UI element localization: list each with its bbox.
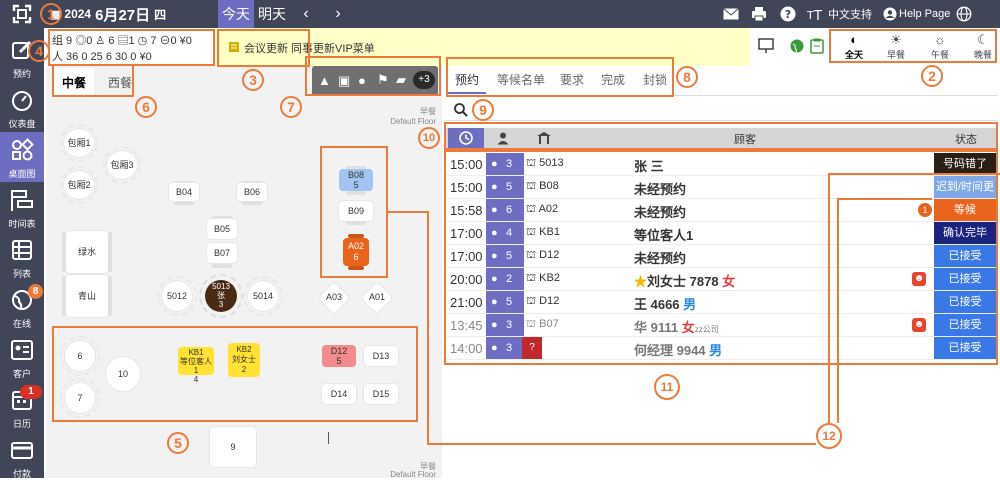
callout-8: 8	[676, 66, 698, 88]
language-button[interactable]: 中文支持	[828, 0, 872, 28]
callout-1: 1	[40, 3, 62, 25]
table-code: A03	[325, 292, 342, 302]
date-weekday: 四	[154, 7, 167, 22]
room-table[interactable]: 包厢2	[64, 171, 94, 199]
floor-name-label: Default Floor	[390, 117, 436, 126]
callout-box-floor-tables	[52, 326, 418, 422]
table-party: 3	[218, 300, 224, 309]
sidebar-item-label: 在线	[12, 319, 31, 329]
callout-6: 6	[135, 96, 157, 118]
web-booking-icon[interactable]	[790, 39, 804, 56]
callout-box-filter	[305, 56, 441, 96]
table-5012[interactable]: 5012	[162, 281, 192, 311]
table-9[interactable]: 9	[210, 427, 256, 467]
customer-icon	[11, 340, 33, 360]
search-icon	[454, 103, 468, 120]
table-lvshui[interactable]: 绿水	[66, 231, 108, 273]
clipboard-icon[interactable]	[810, 38, 824, 57]
callout-box-stats	[48, 29, 215, 66]
sidebar-item-online[interactable]: 在线 8	[0, 282, 44, 332]
chair	[242, 201, 262, 205]
search-input[interactable]	[446, 99, 998, 121]
app-logo-icon[interactable]	[0, 0, 44, 28]
callout-box-header	[444, 122, 998, 150]
callout-4: 4	[28, 40, 50, 62]
sidebar-item-timeline[interactable]: 时间表	[0, 182, 44, 232]
sidebar-item-label: 预约	[12, 69, 31, 79]
callout-7: 7	[280, 96, 302, 118]
table-b06[interactable]: B06	[237, 183, 267, 201]
user-icon	[881, 5, 899, 23]
online-count-badge: 8	[28, 284, 43, 299]
next-day-button[interactable]: ›	[330, 0, 346, 28]
sidebar-item-customers[interactable]: 客户	[0, 332, 44, 382]
chair	[108, 276, 112, 316]
card-icon	[11, 442, 33, 459]
presentation-icon[interactable]	[758, 38, 774, 57]
table-5014[interactable]: 5014	[248, 281, 278, 311]
list-icon	[12, 240, 32, 260]
table-b07[interactable]: B07	[207, 243, 237, 263]
print-icon[interactable]	[750, 5, 768, 23]
callout-3: 3	[242, 69, 264, 91]
callout-box-floor-highlight	[320, 146, 388, 278]
floor-meal-label: 早餐	[420, 107, 436, 116]
svg-text:T: T	[813, 9, 822, 21]
tomorrow-button[interactable]: 明天	[256, 0, 288, 28]
table-b05[interactable]: B05	[207, 219, 237, 239]
table-b04[interactable]: B04	[169, 183, 199, 201]
chair	[212, 264, 232, 268]
callout-box-rows	[444, 150, 998, 365]
sidebar-item-floorplan[interactable]: 桌面图	[0, 132, 44, 182]
table-code: 5013	[212, 282, 230, 291]
globe-icon[interactable]	[955, 5, 973, 23]
table-code: A01	[368, 292, 385, 302]
calendar-count-badge: 1	[20, 385, 42, 399]
date-year: 2024	[64, 7, 92, 21]
callout-2: 2	[921, 65, 943, 87]
svg-text:?: ?	[785, 8, 791, 21]
room-table[interactable]: 包厢1	[64, 129, 94, 157]
table-qingshan[interactable]: 青山	[66, 275, 108, 317]
callout-box-tabs	[446, 57, 674, 97]
help-page-button[interactable]: Help Page	[899, 0, 950, 28]
prev-day-button[interactable]: ‹	[298, 0, 314, 28]
date-month-day: 6月27日	[95, 6, 151, 24]
sidebar-item-label: 日历	[12, 419, 31, 429]
mail-icon[interactable]	[722, 5, 740, 23]
sidebar-item-calendar[interactable]: 日历 1	[0, 382, 44, 432]
sidebar-item-label: 付款	[12, 469, 31, 479]
svg-text:T: T	[807, 9, 814, 21]
callout-box-meals	[829, 29, 997, 63]
table-5013[interactable]: 5013 张 3	[205, 280, 237, 312]
chair	[174, 201, 194, 205]
sidebar-item-dashboard[interactable]: 仪表盘	[0, 82, 44, 132]
help-icon[interactable]: ?	[779, 5, 797, 23]
sidebar-item-label: 时间表	[8, 219, 36, 229]
table-guest: 张	[217, 291, 225, 300]
sidebar-item-label: 列表	[12, 269, 31, 279]
sidebar-item-payment[interactable]: 付款	[0, 432, 44, 479]
callout-11: 11	[654, 374, 680, 400]
floorplan-icon	[12, 138, 34, 161]
callout-5: 5	[167, 432, 189, 454]
sidebar-item-label: 客户	[12, 369, 31, 379]
sidebar-item-list[interactable]: 列表	[0, 232, 44, 282]
dashboard-icon	[12, 91, 32, 111]
timeline-icon	[11, 190, 33, 211]
today-button[interactable]: 今天	[218, 0, 254, 28]
callout-box-notice	[217, 29, 310, 67]
sidebar-item-label: 仪表盘	[8, 119, 36, 129]
callout-9: 9	[472, 99, 494, 121]
sidebar-item-label: 桌面图	[8, 169, 36, 179]
callout-12: 12	[816, 423, 842, 449]
room-table[interactable]: 包厢3	[107, 151, 137, 179]
date-display[interactable]: ▦ 2024 6月27日 四	[50, 0, 166, 28]
font-icon[interactable]: TT	[806, 5, 824, 23]
callout-10: 10	[418, 127, 440, 149]
chair	[108, 232, 112, 272]
divider	[328, 432, 329, 444]
callout-box-floor-tabs	[52, 64, 134, 97]
